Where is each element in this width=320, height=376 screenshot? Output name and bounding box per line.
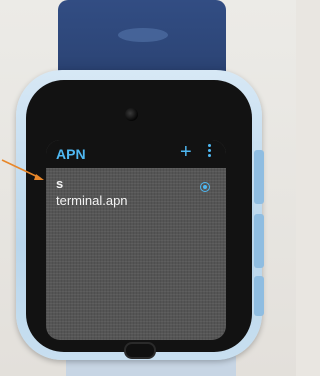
strap-clasp: [118, 28, 168, 42]
home-button[interactable]: [124, 342, 156, 359]
annotation-arrow-icon: [1, 159, 44, 180]
side-button-upper[interactable]: [254, 150, 264, 204]
camera-icon: [125, 108, 138, 121]
apn-name: s: [56, 176, 64, 191]
page-title: APN: [56, 146, 86, 162]
photo-stage: APN + s terminal.apn: [0, 0, 296, 376]
apn-toolbar: APN +: [46, 140, 226, 168]
sos-button[interactable]: [254, 276, 264, 316]
apn-list-item[interactable]: s terminal.apn: [46, 172, 226, 216]
apn-value: terminal.apn: [56, 193, 128, 208]
add-icon[interactable]: +: [180, 142, 192, 162]
apn-selected-radio[interactable]: [200, 182, 210, 192]
watch-screen: APN + s terminal.apn: [46, 140, 226, 340]
side-button-middle[interactable]: [254, 214, 264, 268]
more-vert-icon[interactable]: [206, 144, 212, 162]
